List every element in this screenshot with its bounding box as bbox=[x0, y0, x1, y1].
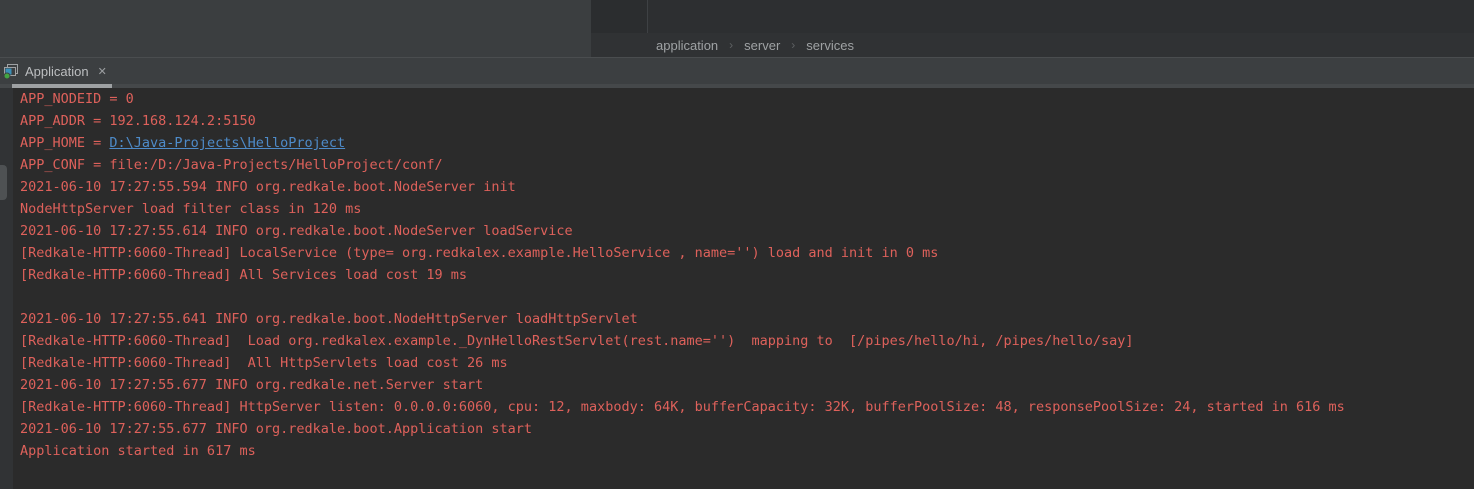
console-line: APP_HOME = D:\Java-Projects\HelloProject bbox=[20, 132, 1474, 154]
console-line: NodeHttpServer load filter class in 120 … bbox=[20, 198, 1474, 220]
console-line: Application started in 617 ms bbox=[20, 440, 1474, 462]
console-text: APP_HOME = bbox=[20, 135, 109, 151]
breadcrumb-item-application[interactable]: application bbox=[656, 38, 718, 53]
console-line: 2021-06-10 17:27:55.641 INFO org.redkale… bbox=[20, 308, 1474, 330]
tab-application[interactable]: Application ✕ bbox=[0, 58, 113, 84]
console-line: APP_CONF = file:/D:/Java-Projects/HelloP… bbox=[20, 154, 1474, 176]
breadcrumb-item-services[interactable]: services bbox=[806, 38, 854, 53]
file-path-link[interactable]: D:\Java-Projects\HelloProject bbox=[109, 135, 345, 151]
console-line bbox=[20, 286, 1474, 308]
breadcrumb-item-server[interactable]: server bbox=[744, 38, 780, 53]
console-running-icon bbox=[3, 63, 19, 79]
chevron-right-icon: › bbox=[729, 38, 733, 52]
tab-label: Application bbox=[25, 64, 89, 79]
console-line: 2021-06-10 17:27:55.677 INFO org.redkale… bbox=[20, 418, 1474, 440]
editor-gutter-block bbox=[591, 0, 648, 33]
console-line: APP_NODEID = 0 bbox=[20, 88, 1474, 110]
console-output[interactable]: APP_NODEID = 0APP_ADDR = 192.168.124.2:5… bbox=[0, 88, 1474, 489]
console-gutter bbox=[0, 88, 13, 489]
console-log: APP_NODEID = 0APP_ADDR = 192.168.124.2:5… bbox=[20, 88, 1474, 462]
chevron-right-icon: › bbox=[791, 38, 795, 52]
run-tool-window-tab-bar: Application ✕ bbox=[0, 57, 1474, 84]
console-line: [Redkale-HTTP:6060-Thread] All Services … bbox=[20, 264, 1474, 286]
console-line: 2021-06-10 17:27:55.614 INFO org.redkale… bbox=[20, 220, 1474, 242]
console-line: [Redkale-HTTP:6060-Thread] HttpServer li… bbox=[20, 396, 1474, 418]
breadcrumb: application › server › services bbox=[591, 33, 1474, 57]
console-line: APP_ADDR = 192.168.124.2:5150 bbox=[20, 110, 1474, 132]
console-line: 2021-06-10 17:27:55.594 INFO org.redkale… bbox=[20, 176, 1474, 198]
editor-panel-left bbox=[0, 0, 591, 57]
console-line: [Redkale-HTTP:6060-Thread] LocalService … bbox=[20, 242, 1474, 264]
console-line: [Redkale-HTTP:6060-Thread] Load org.redk… bbox=[20, 330, 1474, 352]
splitter-handle[interactable] bbox=[0, 165, 7, 200]
editor-panel-right bbox=[591, 0, 1474, 33]
console-line: [Redkale-HTTP:6060-Thread] All HttpServl… bbox=[20, 352, 1474, 374]
console-line: 2021-06-10 17:27:55.677 INFO org.redkale… bbox=[20, 374, 1474, 396]
close-icon[interactable]: ✕ bbox=[98, 65, 107, 78]
